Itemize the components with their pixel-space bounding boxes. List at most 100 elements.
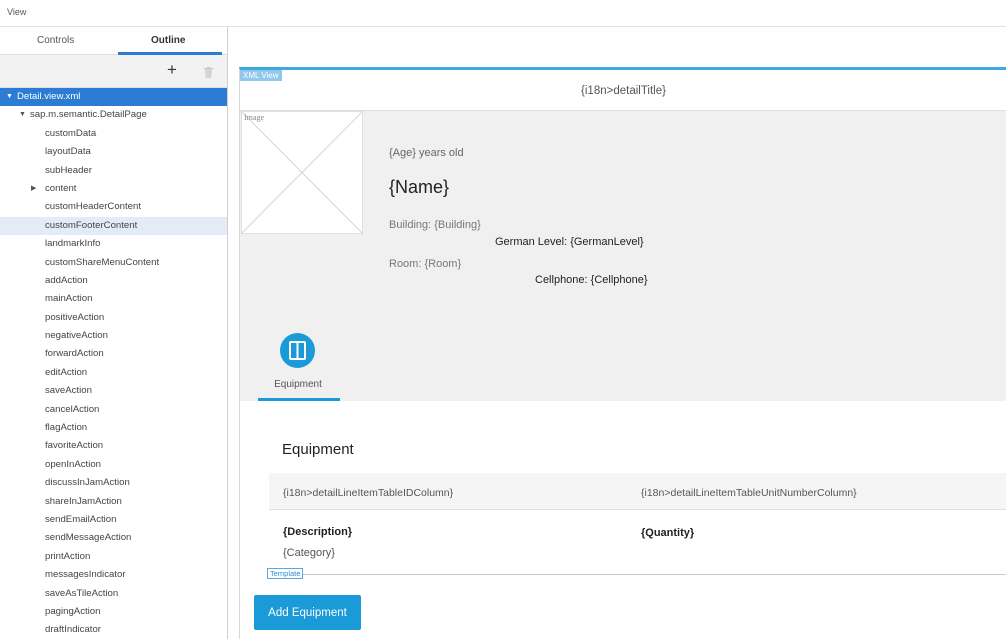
object-header: Image {Age} years old {Name} Building: {… xyxy=(240,111,1006,401)
caret-down-icon[interactable]: ▼ xyxy=(19,106,26,124)
tree-node-label: mainAction xyxy=(45,293,93,305)
tree-node-label: negativeAction xyxy=(45,330,108,342)
quantity-cell: {Quantity} xyxy=(641,527,695,539)
tree-node-label: addAction xyxy=(45,274,88,286)
tree-node[interactable]: pagingAction xyxy=(0,603,227,621)
tree-node-label: shareInJamAction xyxy=(45,495,122,507)
tree-node-label: saveAsTileAction xyxy=(45,587,119,599)
description-cell: {Description} xyxy=(283,526,353,538)
tree-node[interactable]: flagAction xyxy=(0,419,227,437)
tree-node-label: sendEmailAction xyxy=(45,513,117,525)
tree-node-label: editAction xyxy=(45,366,88,378)
tree-node[interactable]: shareInJamAction xyxy=(0,493,227,511)
tree-node[interactable]: saveAction xyxy=(0,382,227,400)
tree-node-label: landmarkInfo xyxy=(45,238,101,250)
caret-down-icon[interactable]: ▼ xyxy=(6,88,13,106)
cellphone-attribute: Cellphone: {Cellphone} xyxy=(535,274,648,286)
tree-node-label: content xyxy=(45,182,77,194)
tree-node-label: customData xyxy=(45,127,97,139)
tab-controls[interactable]: Controls xyxy=(37,35,74,46)
tree-node-label: messagesIndicator xyxy=(45,569,126,581)
trash-icon[interactable] xyxy=(204,65,213,83)
tree-node[interactable]: customData xyxy=(0,125,227,143)
tree-node[interactable]: ▶ content xyxy=(0,180,227,198)
tree-node[interactable]: discussInJamAction xyxy=(0,474,227,492)
tree-node[interactable]: sendMessageAction xyxy=(0,529,227,547)
tree-node[interactable]: ▼ Detail.view.xml xyxy=(0,88,227,107)
tree-node[interactable]: sendEmailAction xyxy=(0,511,227,529)
outline-tree: ▼ Detail.view.xml ▼ sap.m.semantic.DetailPa… xyxy=(0,88,227,639)
tree-node[interactable]: forwardAction xyxy=(0,345,227,363)
section-title: Equipment xyxy=(282,441,354,458)
column-header-unit-number[interactable]: {i18n>detailLineItemTableUnitNumberColum… xyxy=(641,487,857,499)
tree-node[interactable]: addAction xyxy=(0,272,227,290)
tree-node[interactable]: messagesIndicator xyxy=(0,566,227,584)
tree-node[interactable]: customShareMenuContent xyxy=(0,254,227,272)
outline-panel: Controls Outline + ▼ Detail.view.xml ▼ sap.… xyxy=(0,27,228,639)
german-level-attribute: German Level: {GermanLevel} xyxy=(495,236,644,248)
room-attribute: Room: {Room} xyxy=(389,258,462,270)
book-icon xyxy=(289,341,306,360)
table-header: {i18n>detailLineItemTableIDColumn} {i18n… xyxy=(269,473,1006,510)
panel-tabs: Controls Outline xyxy=(0,27,227,55)
age-text: {Age} years old xyxy=(389,147,464,159)
tree-node-label: saveAction xyxy=(45,385,92,397)
outline-toolbar: + xyxy=(0,55,227,88)
tree-node[interactable]: customHeaderContent xyxy=(0,198,227,216)
tree-node-label: sendMessageAction xyxy=(45,532,132,544)
tree-node-label: flagAction xyxy=(45,422,88,434)
image-label: Image xyxy=(244,113,264,122)
tree-node-label: customFooterContent xyxy=(45,219,138,231)
tree-node[interactable]: favoriteAction xyxy=(0,437,227,455)
table-row[interactable]: {Description} {Category} {Quantity} xyxy=(269,510,1006,575)
design-canvas: {i18n>detailTitle} XML View Image {Age} … xyxy=(239,67,1006,639)
tree-node[interactable]: positiveAction xyxy=(0,309,227,327)
tab-outline[interactable]: Outline xyxy=(151,35,185,46)
tree-node-label: pagingAction xyxy=(45,605,101,617)
tree-node[interactable]: printAction xyxy=(0,548,227,566)
tree-node-label: subHeader xyxy=(45,164,92,176)
tree-node[interactable]: layoutData xyxy=(0,143,227,161)
image-placeholder-icon xyxy=(241,111,363,234)
add-icon[interactable]: + xyxy=(167,61,177,78)
tree-node-label: printAction xyxy=(45,550,91,562)
caret-right-icon[interactable]: ▶ xyxy=(31,180,36,198)
add-equipment-button[interactable]: Add Equipment xyxy=(254,595,361,630)
template-tag: Template xyxy=(267,568,304,579)
tree-node-label: Detail.view.xml xyxy=(17,91,81,102)
tree-node[interactable]: customFooterContent xyxy=(0,216,227,236)
tree-node-label: openInAction xyxy=(45,458,102,470)
top-bar: View xyxy=(0,0,1006,27)
tree-node[interactable]: mainAction xyxy=(0,290,227,308)
building-attribute: Building: {Building} xyxy=(389,219,481,231)
icon-tab-circle[interactable] xyxy=(280,333,315,368)
tree-node[interactable]: negativeAction xyxy=(0,327,227,345)
tree-node[interactable]: editAction xyxy=(0,364,227,382)
tree-node[interactable]: landmarkInfo xyxy=(0,235,227,253)
name-title: {Name} xyxy=(389,177,450,197)
tree-node-label: sap.m.semantic.DetailPage xyxy=(30,109,147,121)
tree-node[interactable]: openInAction xyxy=(0,456,227,474)
icon-tab-indicator xyxy=(258,398,340,401)
tree-node[interactable]: draftIndicator xyxy=(0,621,227,639)
tree-node-label: favoriteAction xyxy=(45,440,104,452)
category-cell: {Category} xyxy=(283,547,335,559)
page-title: {i18n>detailTitle} xyxy=(240,70,1006,111)
tree-node-label: cancelAction xyxy=(45,403,100,415)
tree-node-label: positiveAction xyxy=(45,311,105,323)
xml-view-tag: XML View xyxy=(240,70,282,81)
tree-node-label: customHeaderContent xyxy=(45,201,141,213)
tree-node[interactable]: saveAsTileAction xyxy=(0,585,227,603)
tree-node-label: layoutData xyxy=(45,146,91,158)
view-label: View xyxy=(7,7,27,17)
image-placeholder[interactable]: Image xyxy=(241,111,363,234)
tree-node-label: forwardAction xyxy=(45,348,104,360)
tree-node[interactable]: ▼ sap.m.semantic.DetailPage xyxy=(0,106,227,124)
tree-node-label: discussInJamAction xyxy=(45,477,130,489)
tree-node-label: customShareMenuContent xyxy=(45,256,160,268)
tree-node[interactable]: subHeader xyxy=(0,162,227,180)
tree-node[interactable]: cancelAction xyxy=(0,401,227,419)
column-header-id[interactable]: {i18n>detailLineItemTableIDColumn} xyxy=(283,487,453,499)
tree-node-label: draftIndicator xyxy=(45,624,101,636)
icon-tab-label[interactable]: Equipment xyxy=(261,379,335,390)
